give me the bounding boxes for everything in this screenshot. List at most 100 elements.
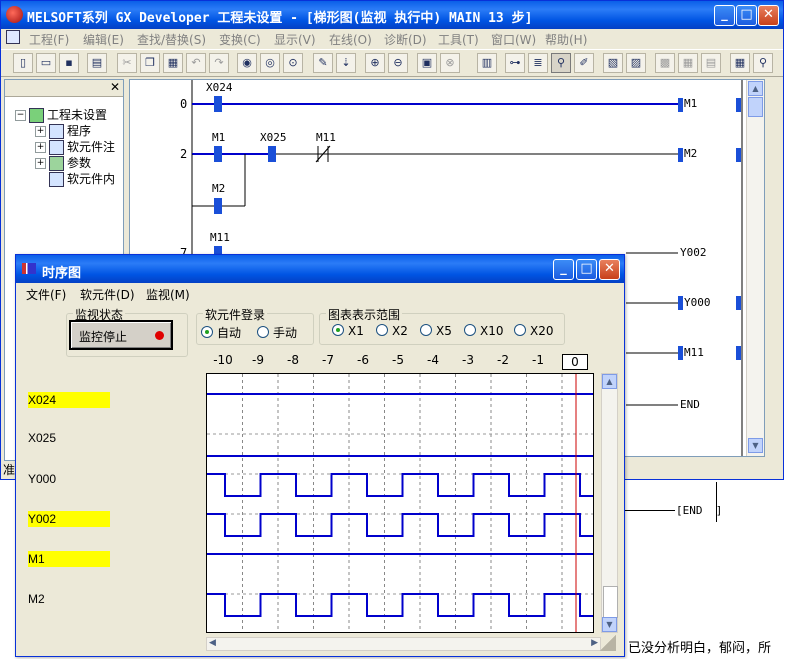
expand-icon[interactable]: +	[35, 126, 46, 137]
contact-label[interactable]: X024	[206, 81, 233, 94]
minimize-icon[interactable]: _	[714, 5, 735, 26]
close-icon[interactable]: ✕	[758, 5, 779, 26]
menu-project[interactable]: 工程(F)	[29, 31, 69, 48]
entry-monitor-icon[interactable]: ⚲	[753, 53, 773, 73]
plc-write-icon[interactable]: ▨	[626, 53, 646, 73]
range-x5-radio[interactable]: X5	[420, 324, 452, 338]
tree-item-device-memory[interactable]: 软元件内	[49, 170, 115, 187]
note-icon[interactable]: ▤	[701, 53, 721, 73]
scroll-thumb[interactable]	[603, 586, 618, 618]
menu-diagnosis[interactable]: 诊断(D)	[384, 31, 427, 48]
contact-label[interactable]: M11	[316, 131, 336, 144]
ladder-scrollbar[interactable]: ▲ ▼	[746, 80, 764, 456]
timing-title-bar[interactable]: 时序图 _ □ ✕	[16, 255, 624, 283]
undo-icon[interactable]: ↶	[186, 53, 206, 73]
close-icon[interactable]: ✕	[599, 259, 620, 280]
cut-icon[interactable]: ✂	[117, 53, 137, 73]
tree-item-parameter[interactable]: + 参数	[35, 154, 91, 171]
expand-icon[interactable]: +	[35, 142, 46, 153]
menu-file[interactable]: 文件(F)	[26, 286, 66, 303]
device-label-x025[interactable]: X025	[28, 430, 110, 446]
device-label-m2[interactable]: M2	[28, 591, 110, 607]
device-label-x024[interactable]: X024	[28, 392, 110, 408]
tree-item-program[interactable]: + 程序	[35, 122, 91, 139]
timing-plot[interactable]	[206, 373, 594, 633]
statement-icon[interactable]: ▦	[678, 53, 698, 73]
zoom-in-icon[interactable]: ⊕	[365, 53, 385, 73]
menu-online[interactable]: 在线(O)	[329, 31, 372, 48]
zoom-out-icon[interactable]: ⊖	[388, 53, 408, 73]
menu-help[interactable]: 帮助(H)	[545, 31, 587, 48]
timing-vscroll[interactable]: ▲ ▼	[601, 373, 618, 633]
paste-icon[interactable]: ▦	[163, 53, 183, 73]
open-folder-icon[interactable]: ▭	[36, 53, 56, 73]
instruction-search-icon[interactable]: ◎	[260, 53, 280, 73]
ladder-view-icon[interactable]: ⊶	[505, 53, 525, 73]
program-list-icon[interactable]: ▥	[477, 53, 497, 73]
save-icon[interactable]: ▪	[59, 53, 79, 73]
device-label-y002[interactable]: Y002	[28, 511, 110, 527]
comment-icon[interactable]: ▩	[655, 53, 675, 73]
device-search-icon[interactable]: ◉	[237, 53, 257, 73]
coil-label[interactable]: M2	[684, 147, 697, 160]
scroll-right-icon[interactable]: ▶	[591, 638, 598, 648]
menu-convert[interactable]: 变换(C)	[219, 31, 261, 48]
minimize-icon[interactable]: _	[553, 259, 574, 280]
device-label-y000[interactable]: Y000	[28, 471, 110, 487]
step-search-icon[interactable]: ⊙	[283, 53, 303, 73]
resize-grip-icon[interactable]	[600, 635, 616, 651]
print-icon[interactable]: ▤	[87, 53, 107, 73]
scroll-up-icon[interactable]: ▲	[748, 81, 763, 96]
menu-device[interactable]: 软元件(D)	[80, 286, 135, 303]
coil-label[interactable]: END	[680, 398, 700, 411]
monitor-mode-icon[interactable]: ⚲	[551, 53, 571, 73]
tree-item-device-comment[interactable]: + 软元件注	[35, 138, 115, 155]
monitor-stop-icon[interactable]: ⊗	[440, 53, 460, 73]
new-file-icon[interactable]: ▯	[13, 53, 33, 73]
menu-tools[interactable]: 工具(T)	[438, 31, 479, 48]
monitor-stop-button[interactable]: 监控停止	[69, 320, 173, 350]
scroll-up-icon[interactable]: ▲	[602, 374, 617, 389]
list-view-icon[interactable]: ≣	[528, 53, 548, 73]
scroll-down-icon[interactable]: ▼	[748, 438, 763, 453]
redo-icon[interactable]: ↷	[209, 53, 229, 73]
plc-read-icon[interactable]: ▧	[603, 53, 623, 73]
tree-close-icon[interactable]: ✕	[110, 80, 120, 94]
collapse-icon[interactable]: −	[15, 110, 26, 121]
scroll-left-icon[interactable]: ◀	[209, 638, 216, 648]
device-label-m1[interactable]: M1	[28, 551, 110, 567]
range-x20-radio[interactable]: X20	[514, 324, 554, 338]
register-manual-radio[interactable]: 手动	[257, 324, 297, 341]
contact-label[interactable]: M11	[210, 231, 230, 244]
menu-window[interactable]: 窗口(W)	[491, 31, 536, 48]
maximize-icon[interactable]: □	[736, 5, 757, 26]
device-batch-icon[interactable]: ▦	[730, 53, 750, 73]
tree-root[interactable]: − 工程未设置	[15, 106, 107, 123]
range-x10-radio[interactable]: X10	[464, 324, 504, 338]
coil-label[interactable]: Y000	[684, 296, 711, 309]
coil-label[interactable]: M1	[684, 97, 697, 110]
scroll-thumb[interactable]	[748, 97, 763, 117]
menu-view[interactable]: 显示(V)	[274, 31, 316, 48]
scroll-down-icon[interactable]: ▼	[602, 617, 617, 632]
menu-edit[interactable]: 编辑(E)	[83, 31, 124, 48]
range-x2-radio[interactable]: X2	[376, 324, 408, 338]
write-icon[interactable]: ✎	[313, 53, 333, 73]
copy-icon[interactable]: ❐	[140, 53, 160, 73]
menu-find-replace[interactable]: 查找/替换(S)	[137, 31, 206, 48]
coil-label[interactable]: M11	[684, 346, 704, 359]
maximize-icon[interactable]: □	[576, 259, 597, 280]
expand-icon[interactable]: +	[35, 158, 46, 169]
range-x1-radio[interactable]: X1	[332, 324, 364, 338]
main-title-bar[interactable]: MELSOFT系列 GX Developer 工程未设置 - [梯形图(监视 执…	[1, 1, 783, 29]
contact-label[interactable]: X025	[260, 131, 287, 144]
contact-label[interactable]: M1	[212, 131, 225, 144]
monitor-icon[interactable]: ▣	[417, 53, 437, 73]
register-auto-radio[interactable]: 自动	[201, 324, 241, 341]
menu-monitor[interactable]: 监视(M)	[146, 286, 190, 303]
read-icon[interactable]: ⇣	[336, 53, 356, 73]
contact-label[interactable]: M2	[212, 182, 225, 195]
write-mode-icon[interactable]: ✐	[574, 53, 594, 73]
coil-label[interactable]: Y002	[680, 246, 707, 259]
timing-hscroll[interactable]: ◀ ▶	[206, 637, 601, 651]
